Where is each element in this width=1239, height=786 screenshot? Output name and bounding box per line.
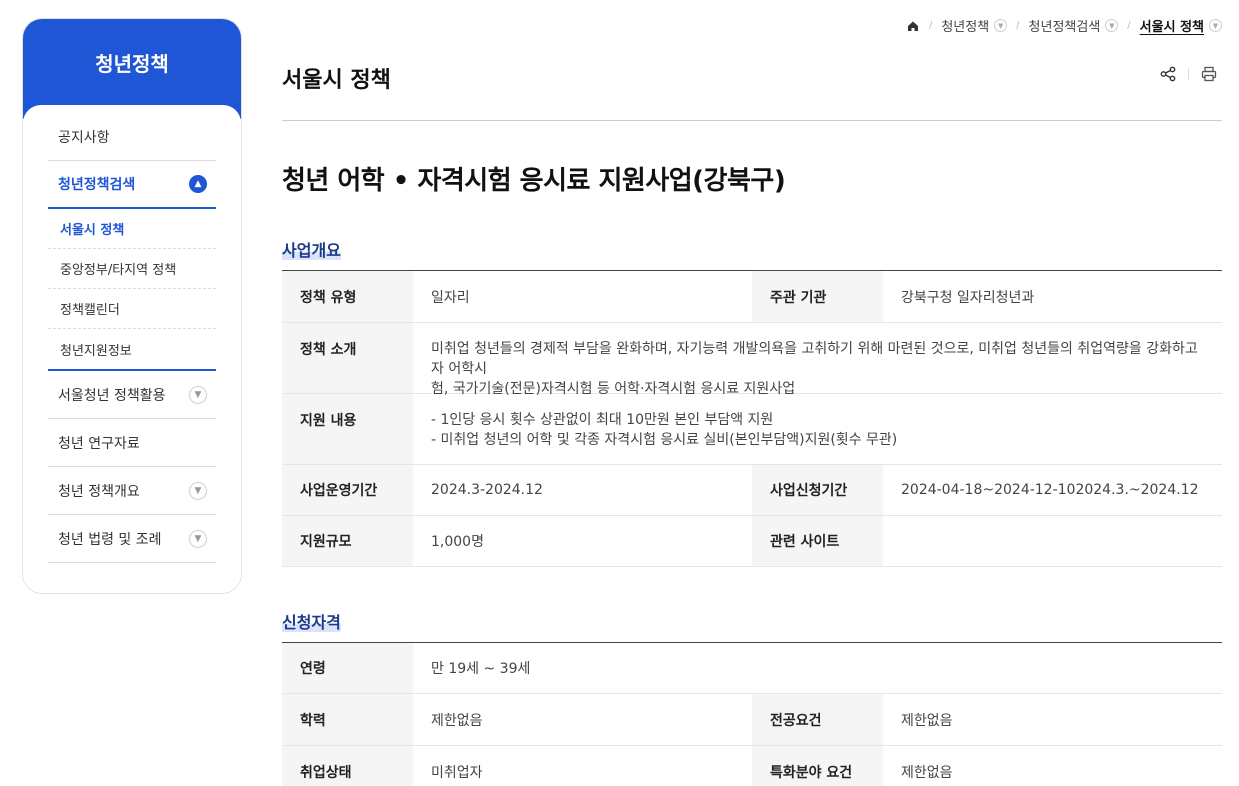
- support-scale-value: 1,000명: [431, 534, 484, 550]
- related-site-link[interactable]: [883, 516, 1222, 566]
- submenu-item-support-info[interactable]: 청년지원정보: [48, 329, 216, 369]
- table-row: 지원 내용 - 1인당 응시 횟수 상관없이 최대 10만원 본인 부담액 지원…: [282, 394, 1222, 465]
- table-header-cell: 취업상태: [282, 746, 413, 786]
- table-header-cell: 정책 유형: [282, 271, 413, 322]
- chevron-down-icon[interactable]: ▼: [1209, 19, 1222, 32]
- age-value: 만 19세 ~ 39세: [431, 661, 531, 677]
- submenu-item-seoul-policy[interactable]: 서울시 정책: [48, 209, 216, 249]
- submenu-item-central-policy[interactable]: 중앙정부/타지역 정책: [48, 249, 216, 289]
- table-header-cell: 주관 기관: [752, 271, 883, 322]
- sidebar-item-label: 청년 법령 및 조례: [58, 531, 162, 548]
- employment-status-value: 미취업자: [431, 764, 483, 781]
- sidebar-item-label: 청년 연구자료: [58, 435, 140, 452]
- table-row: 사업운영기간 2024.3-2024.12 사업신청기간 2024-04-18~…: [282, 465, 1222, 516]
- section-title-eligibility: 신청자격: [282, 613, 341, 632]
- page-title: 서울시 정책: [282, 68, 391, 93]
- chevron-down-icon[interactable]: ▼: [189, 481, 207, 500]
- submenu: 서울시 정책 중앙정부/타지역 정책 정책캘린더 청년지원정보: [48, 209, 216, 371]
- table-row: 학력 제한없음 전공요건 제한없음: [282, 694, 1222, 746]
- education-value: 제한없음: [431, 712, 483, 729]
- sidebar-item-notice[interactable]: 공지사항: [48, 113, 216, 161]
- chevron-down-icon[interactable]: ▼: [189, 529, 207, 548]
- divider: [282, 120, 1222, 121]
- sidebar-item-label: 공지사항: [58, 129, 110, 146]
- breadcrumb-item[interactable]: 청년정책: [941, 16, 989, 35]
- chevron-down-icon[interactable]: ▼: [1105, 19, 1119, 32]
- table-header-cell: 지원 내용: [282, 394, 413, 464]
- table-header-cell: 전공요건: [752, 694, 883, 745]
- submenu-item-label: 서울시 정책: [60, 223, 125, 238]
- eligibility-table: 연령 만 19세 ~ 39세 학력 제한없음 전공요건 제한없음 취업상태 미취…: [282, 642, 1222, 786]
- submenu-item-calendar[interactable]: 정책캘린더: [48, 289, 216, 329]
- breadcrumb: / 청년정책 ▼ / 청년정책검색 ▼ / 서울시 정책 ▼: [906, 16, 1222, 35]
- sidebar-title: 청년정책: [23, 19, 241, 119]
- apply-period-value: 2024-04-18~2024-12-102024.3.~2024.12: [901, 482, 1199, 498]
- sidebar-item-label: 청년 정책개요: [58, 483, 140, 500]
- chevron-up-icon[interactable]: ▲: [189, 175, 207, 193]
- sidebar-item-label: 청년정책검색: [58, 177, 136, 193]
- share-icon[interactable]: [1160, 66, 1176, 82]
- text-line: 미취업 청년들의 경제적 부담을 완화하며, 자기능력 개발의욕을 고취하기 위…: [431, 341, 1198, 377]
- table-header-cell: 연령: [282, 643, 413, 693]
- table-header-cell: 학력: [282, 694, 413, 745]
- policy-intro-value: 미취업 청년들의 경제적 부담을 완화하며, 자기능력 개발의욕을 고취하기 위…: [413, 323, 1222, 397]
- policy-type-value: 일자리: [431, 289, 470, 306]
- sidebar-item-overview[interactable]: 청년 정책개요 ▼: [48, 467, 216, 515]
- organization-value: 강북구청 일자리청년과: [901, 289, 1035, 306]
- page-tools: [1160, 66, 1217, 82]
- submenu-item-label: 정책캘린더: [60, 303, 120, 318]
- table-row: 정책 유형 일자리 주관 기관 강북구청 일자리청년과: [282, 271, 1222, 323]
- table-header-cell: 특화분야 요건: [752, 746, 883, 786]
- sidebar-item-policy-search[interactable]: 청년정책검색 ▲: [48, 161, 216, 209]
- print-icon[interactable]: [1201, 66, 1217, 82]
- chevron-down-icon[interactable]: ▼: [994, 19, 1008, 32]
- table-header-cell: 관련 사이트: [752, 516, 883, 566]
- sidebar-item-laws[interactable]: 청년 법령 및 조례 ▼: [48, 515, 216, 563]
- major-value: 제한없음: [901, 712, 953, 729]
- table-row: 취업상태 미취업자 특화분야 요건 제한없음: [282, 746, 1222, 786]
- sidebar: 청년정책 공지사항 청년정책검색 ▲ 서울시 정책 중앙정부/타지역 정책 정책…: [22, 18, 242, 594]
- sidebar-item-research[interactable]: 청년 연구자료: [48, 419, 216, 467]
- text-line: - 미취업 청년의 어학 및 각종 자격시험 응시료 실비(본인부담액)지원(횟…: [431, 432, 898, 448]
- section-title-overview: 사업개요: [282, 241, 341, 260]
- chevron-down-icon[interactable]: ▼: [189, 385, 207, 404]
- submenu-item-label: 중앙정부/타지역 정책: [60, 263, 177, 278]
- table-row: 지원규모 1,000명 관련 사이트: [282, 516, 1222, 567]
- text-line: - 1인당 응시 횟수 상관없이 최대 10만원 본인 부담액 지원: [431, 412, 774, 428]
- sidebar-menu: 공지사항 청년정책검색 ▲ 서울시 정책 중앙정부/타지역 정책 정책캘린더 청…: [23, 105, 241, 593]
- table-header-cell: 지원규모: [282, 516, 413, 566]
- table-header-cell: 사업운영기간: [282, 465, 413, 515]
- table-row: 연령 만 19세 ~ 39세: [282, 643, 1222, 694]
- breadcrumb-current[interactable]: 서울시 정책: [1140, 16, 1204, 35]
- table-header-cell: 정책 소개: [282, 323, 413, 393]
- overview-table: 정책 유형 일자리 주관 기관 강북구청 일자리청년과 정책 소개 미취업 청년…: [282, 270, 1222, 567]
- breadcrumb-item[interactable]: 청년정책검색: [1029, 16, 1101, 35]
- submenu-item-label: 청년지원정보: [60, 343, 132, 359]
- operation-period-value: 2024.3-2024.12: [431, 482, 543, 498]
- sidebar-item-policy-usage[interactable]: 서울청년 정책활용 ▼: [48, 371, 216, 419]
- sidebar-item-label: 서울청년 정책활용: [58, 387, 166, 404]
- special-field-value: 제한없음: [901, 764, 953, 781]
- home-icon[interactable]: [906, 19, 920, 33]
- post-title: 청년 어학 • 자격시험 응시료 지원사업(강북구): [282, 166, 786, 196]
- support-content-value: - 1인당 응시 횟수 상관없이 최대 10만원 본인 부담액 지원 - 미취업…: [413, 394, 1222, 464]
- table-header-cell: 사업신청기간: [752, 465, 883, 515]
- table-row: 정책 소개 미취업 청년들의 경제적 부담을 완화하며, 자기능력 개발의욕을 …: [282, 323, 1222, 397]
